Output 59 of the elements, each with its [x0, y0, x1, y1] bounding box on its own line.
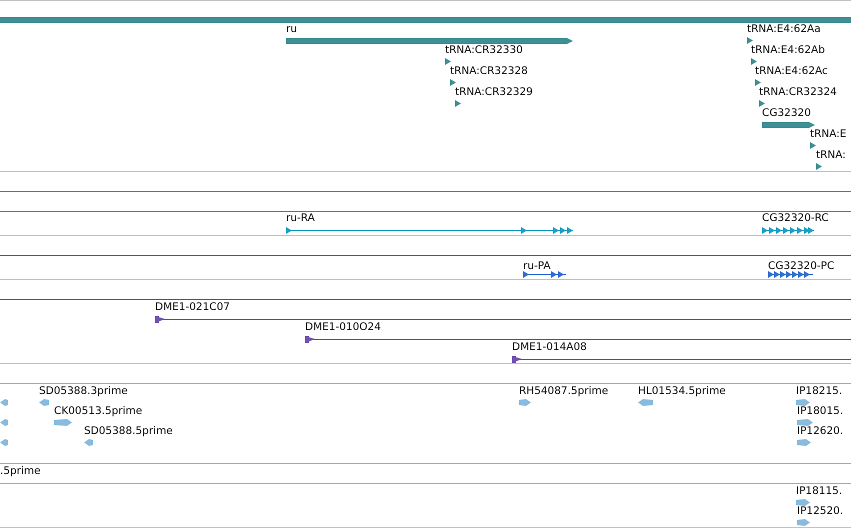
read-arrow[interactable] — [0, 439, 8, 446]
transcript-drawing[interactable] — [768, 271, 813, 278]
feature-label: tRNA:CR32328 — [450, 65, 528, 78]
triangle-marker[interactable] — [755, 79, 761, 86]
read-arrow[interactable] — [39, 399, 49, 406]
triangle-marker[interactable] — [450, 79, 456, 86]
feature-bar[interactable] — [762, 122, 815, 128]
feature-label: IP18215. — [796, 385, 842, 398]
feature-label: CG32320-RC — [762, 212, 829, 225]
feature-label: CG32320 — [762, 107, 811, 120]
triangle-marker[interactable] — [445, 58, 451, 65]
feature-label: HL01534.5prime — [638, 385, 726, 398]
read-arrow[interactable] — [797, 439, 811, 446]
feature-label: SD05388.3prime — [39, 385, 128, 398]
feature-label: tRNA:E — [810, 128, 846, 141]
clone-line[interactable] — [155, 316, 851, 323]
clone-line[interactable] — [512, 356, 851, 363]
feature-label: tRNA:CR32324 — [759, 86, 837, 99]
read-arrow[interactable] — [54, 419, 72, 426]
feature-label: tRNA: — [816, 149, 846, 162]
feature-label: IP18115. — [796, 485, 842, 498]
read-arrow[interactable] — [797, 519, 810, 526]
feature-label: IP18015. — [797, 405, 844, 418]
feature-label: ru — [286, 23, 297, 36]
transcript-drawing[interactable] — [762, 227, 814, 234]
feature-label: .5prime — [0, 465, 41, 478]
read-arrow[interactable] — [84, 439, 93, 446]
feature-label: tRNA:E4:62Ab — [751, 44, 825, 57]
feature-label: tRNA:E4:62Ac — [755, 65, 828, 78]
feature-label: CK00513.5prime — [54, 405, 142, 418]
read-arrow[interactable] — [638, 399, 653, 406]
clone-line[interactable] — [305, 336, 851, 343]
triangle-marker[interactable] — [816, 163, 822, 170]
feature-label: CG32320-PC — [768, 260, 834, 273]
feature-label: tRNA:E4:62Aa — [747, 23, 821, 36]
feature-label: DME1-021C07 — [155, 301, 230, 314]
transcript-drawing[interactable] — [523, 271, 566, 278]
read-arrow[interactable] — [797, 419, 813, 426]
transcript-drawing[interactable] — [286, 227, 573, 234]
read-arrow[interactable] — [0, 399, 8, 406]
feature-label: tRNA:CR32329 — [455, 86, 533, 99]
triangle-marker[interactable] — [751, 58, 757, 65]
feature-label: SD05388.5prime — [84, 425, 173, 438]
feature-label: DME1-010O24 — [305, 321, 381, 334]
feature-label: DME1-014A08 — [512, 341, 587, 354]
read-arrow[interactable] — [519, 399, 531, 406]
triangle-marker[interactable] — [810, 142, 816, 149]
feature-label: IP12520. — [797, 505, 844, 518]
feature-label: tRNA:CR32330 — [445, 44, 523, 57]
feature-label: IP12620. — [797, 425, 844, 438]
read-arrow[interactable] — [0, 419, 8, 426]
triangle-marker[interactable] — [759, 100, 765, 107]
read-arrow[interactable] — [796, 499, 810, 506]
feature-label: ru-RA — [286, 212, 315, 225]
triangle-marker[interactable] — [455, 100, 461, 107]
read-arrow[interactable] — [796, 399, 810, 406]
triangle-marker[interactable] — [747, 37, 753, 44]
feature-label: ru-PA — [523, 260, 551, 273]
feature-label: RH54087.5prime — [519, 385, 608, 398]
